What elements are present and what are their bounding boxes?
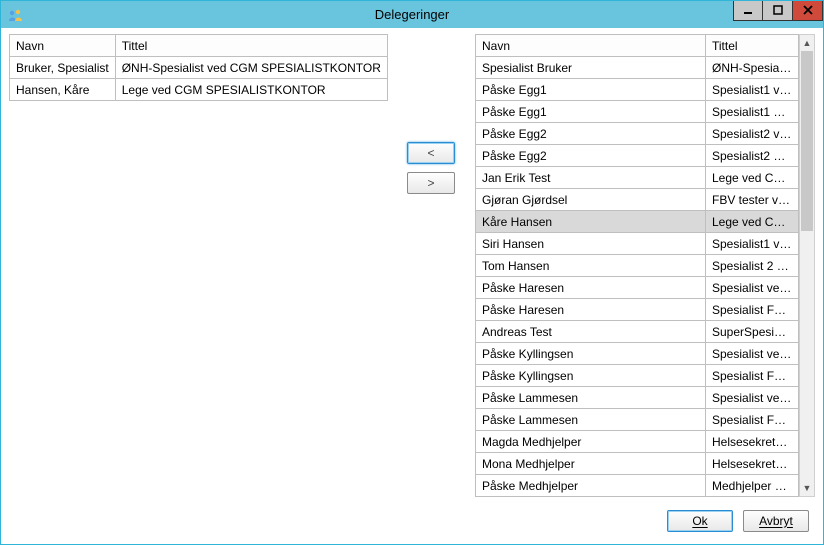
ok-button[interactable]: Ok [667,510,733,532]
cell-name: Påske Kyllingsen [476,365,706,387]
table-row[interactable]: Påske MedhjelperMedhjelper ved... [476,475,799,497]
cell-name: Påske Haresen [476,299,706,321]
table-row[interactable]: Spesialist BrukerØNH-Spesialist ... [476,57,799,79]
cell-name: Påske Egg1 [476,79,706,101]
cell-name: Påske Kyllingsen [476,343,706,365]
move-right-button[interactable]: > [407,172,455,194]
cell-title: Spesialist2 FBV... [706,145,799,167]
table-row[interactable]: Gjøran GjørdselFBV tester ved ... [476,189,799,211]
cell-name: Påske Egg1 [476,101,706,123]
assigned-table[interactable]: Navn Tittel Bruker, SpesialistØNH-Spesia… [9,34,388,101]
cell-title: Helsesekretær ... [706,431,799,453]
maximize-button[interactable] [763,1,793,21]
cell-title: ØNH-Spesialist ved CGM SPESIALISTKONTOR [115,57,387,79]
window-controls [733,1,823,21]
table-row[interactable]: Påske HaresenSpesialist ved C... [476,277,799,299]
cell-name: Bruker, Spesialist [10,57,116,79]
move-left-button[interactable]: < [407,142,455,164]
cell-name: Mona Medhjelper [476,453,706,475]
cell-name: Påske Lammesen [476,409,706,431]
table-row[interactable]: Magda MedhjelperHelsesekretær ... [476,431,799,453]
cell-title: Spesialist ved C... [706,277,799,299]
cell-title: Medhjelper ved... [706,475,799,497]
close-button[interactable] [793,1,823,21]
cell-title: Lege ved CGM ... [706,211,799,233]
cell-name: Hansen, Kåre [10,79,116,101]
available-scrollbar[interactable]: ▲ ▼ [799,34,815,497]
table-row[interactable]: Hansen, KåreLege ved CGM SPESIALISTKONTO… [10,79,388,101]
cell-name: Påske Lammesen [476,387,706,409]
cell-title: SuperSpesialist ... [706,321,799,343]
table-row[interactable]: Påske Egg2Spesialist2 ved ... [476,123,799,145]
delegations-window: Delegeringer Navn Tittel Bruke [0,0,824,545]
table-row[interactable]: Påske LammesenSpesialist ved C... [476,387,799,409]
content-area: Navn Tittel Bruker, SpesialistØNH-Spesia… [1,28,823,503]
table-row[interactable]: Tom HansenSpesialist 2 ved... [476,255,799,277]
cancel-button[interactable]: Avbryt [743,510,809,532]
assigned-header-title[interactable]: Tittel [115,35,387,57]
cell-name: Spesialist Bruker [476,57,706,79]
cell-title: Spesialist FBV ... [706,299,799,321]
available-header-title[interactable]: Tittel [706,35,799,57]
dialog-footer: Ok Avbryt [1,503,823,544]
cell-title: Lege ved CGM SPESIALISTKONTOR [115,79,387,101]
table-row[interactable]: Jan Erik TestLege ved CGM ... [476,167,799,189]
cell-title: Spesialist ved C... [706,343,799,365]
table-row[interactable]: Påske Egg1Spesialist1 FBV... [476,101,799,123]
table-row[interactable]: Påske KyllingsenSpesialist ved C... [476,343,799,365]
cell-title: ØNH-Spesialist ... [706,57,799,79]
app-icon [7,7,23,23]
cell-name: Siri Hansen [476,233,706,255]
cell-title: Spesialist2 ved ... [706,123,799,145]
move-buttons-panel: < > [395,34,467,497]
available-panel: Navn Tittel Spesialist BrukerØNH-Spesial… [475,34,815,497]
cell-name: Kåre Hansen [476,211,706,233]
available-table[interactable]: Navn Tittel Spesialist BrukerØNH-Spesial… [475,34,799,497]
cell-name: Påske Medhjelper [476,475,706,497]
scroll-up-icon[interactable]: ▲ [800,35,814,51]
cell-name: Gjøran Gjørdsel [476,189,706,211]
cell-name: Jan Erik Test [476,167,706,189]
table-row[interactable]: Påske Egg2Spesialist2 FBV... [476,145,799,167]
cell-name: Påske Haresen [476,277,706,299]
table-row[interactable]: Påske Egg1Spesialist1 ved ... [476,79,799,101]
table-row[interactable]: Kåre HansenLege ved CGM ... [476,211,799,233]
cell-title: FBV tester ved ... [706,189,799,211]
minimize-button[interactable] [733,1,763,21]
cell-title: Lege ved CGM ... [706,167,799,189]
assigned-header-name[interactable]: Navn [10,35,116,57]
cell-title: Helsesekretær ... [706,453,799,475]
cell-name: Påske Egg2 [476,145,706,167]
table-row[interactable]: Mona MedhjelperHelsesekretær ... [476,453,799,475]
table-row[interactable]: Siri HansenSpesialist1 ved ... [476,233,799,255]
cell-name: Påske Egg2 [476,123,706,145]
table-row[interactable]: Påske KyllingsenSpesialist FBV ... [476,365,799,387]
cell-title: Spesialist 2 ved... [706,255,799,277]
cell-name: Andreas Test [476,321,706,343]
cell-name: Tom Hansen [476,255,706,277]
scroll-down-icon[interactable]: ▼ [800,480,814,496]
scroll-track[interactable] [800,51,814,480]
assigned-panel: Navn Tittel Bruker, SpesialistØNH-Spesia… [9,34,387,497]
table-row[interactable]: Påske LammesenSpesialist FBV ... [476,409,799,431]
cell-title: Spesialist ved C... [706,387,799,409]
scroll-thumb[interactable] [801,51,813,231]
table-row[interactable]: Andreas TestSuperSpesialist ... [476,321,799,343]
cell-title: Spesialist1 ved ... [706,233,799,255]
cell-title: Spesialist1 FBV... [706,101,799,123]
cell-name: Magda Medhjelper [476,431,706,453]
titlebar[interactable]: Delegeringer [1,1,823,28]
cell-title: Spesialist FBV ... [706,409,799,431]
available-header-name[interactable]: Navn [476,35,706,57]
table-row[interactable]: Bruker, SpesialistØNH-Spesialist ved CGM… [10,57,388,79]
table-row[interactable]: Påske HaresenSpesialist FBV ... [476,299,799,321]
cell-title: Spesialist1 ved ... [706,79,799,101]
cell-title: Spesialist FBV ... [706,365,799,387]
window-title: Delegeringer [1,7,823,22]
